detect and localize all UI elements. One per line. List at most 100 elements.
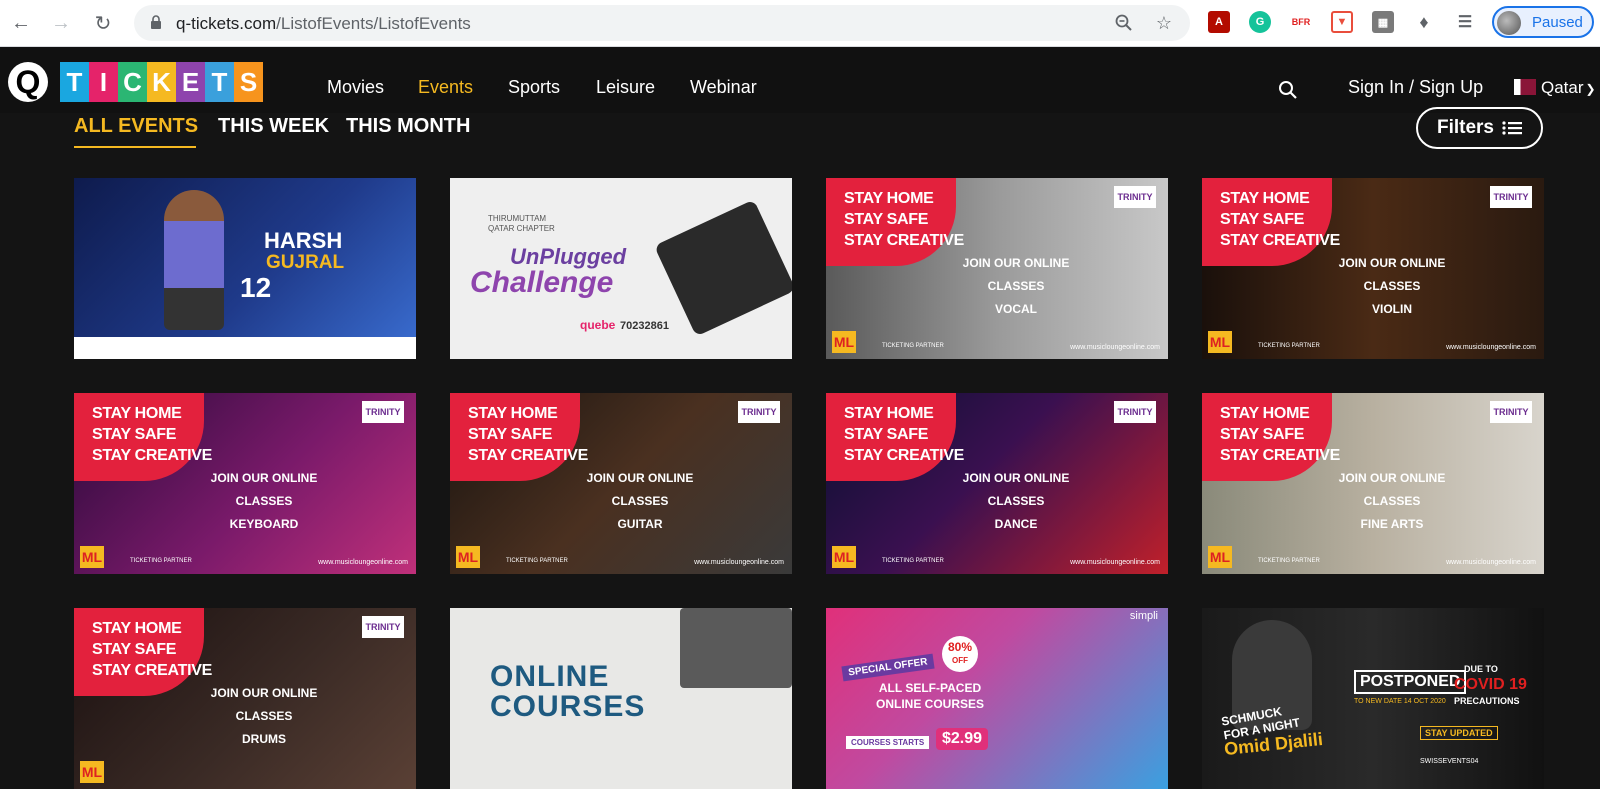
event-card-drums[interactable]: STAY HOME STAY SAFE STAY CREATIVE TRINITY …: [74, 608, 416, 789]
website-label: www.musicloungeonline.com: [694, 559, 784, 566]
offer-text: ALL SELF-PACED ONLINE COURSES: [876, 680, 984, 712]
partner-label: TICKETING PARTNER: [882, 558, 944, 564]
logo-letter: S: [234, 62, 263, 102]
back-icon[interactable]: ←: [6, 8, 36, 38]
nav-sports[interactable]: Sports: [508, 77, 560, 98]
offer-line: ALL SELF-PACED: [878, 681, 982, 695]
avatar: [1497, 11, 1521, 35]
course-start-label: COURSES STARTS: [846, 736, 930, 749]
forward-icon[interactable]: →: [46, 8, 76, 38]
brand-label: simpli: [1129, 610, 1158, 622]
org-name: THIRUMUTTAM QATAR CHAPTER: [488, 214, 555, 233]
sign-in-link[interactable]: Sign In / Sign Up: [1348, 77, 1483, 98]
promo-text: STAY HOME STAY SAFE STAY CREATIVE: [1220, 188, 1340, 251]
card-image: [74, 178, 416, 359]
contact-phone: 70232861: [620, 320, 669, 332]
promo-line: STAY CREATIVE: [844, 232, 964, 249]
website-label: www.musicloungeonline.com: [1070, 559, 1160, 566]
class-name: KEYBOARD: [229, 517, 299, 531]
ml-logo: ML: [1208, 331, 1232, 353]
puzzle-extension-icon[interactable]: ▦: [1372, 11, 1394, 33]
class-caption: JOIN OUR ONLINE CLASSES VOCAL: [946, 252, 1086, 321]
tab-this-month[interactable]: THIS MONTH: [346, 115, 470, 138]
promo-line: STAY HOME: [1220, 190, 1310, 207]
country-select[interactable]: Qatar ❯: [1541, 78, 1596, 98]
social-handle: SWISSEVENTS04: [1420, 758, 1479, 765]
nav-movies[interactable]: Movies: [327, 77, 384, 98]
ml-logo: ML: [1208, 546, 1232, 568]
ml-logo: ML: [80, 546, 104, 568]
logo-wordmark[interactable]: T I C K E T S: [60, 62, 263, 102]
promo-line: STAY HOME: [92, 620, 182, 637]
event-card-guitar[interactable]: STAY HOME STAY SAFE STAY CREATIVE TRINITY …: [450, 393, 792, 574]
class-caption: JOIN OUR ONLINE CLASSES DANCE: [946, 467, 1086, 536]
trinity-badge: TRINITY: [1490, 186, 1532, 208]
stay-updated-label: STAY UPDATED: [1420, 726, 1498, 740]
join-label: JOIN OUR ONLINE CLASSES: [210, 471, 318, 508]
promo-line: STAY CREATIVE: [468, 447, 588, 464]
event-card-unplugged-challenge[interactable]: THIRUMUTTAM QATAR CHAPTER UnPlugged Chal…: [450, 178, 792, 359]
event-card-violin[interactable]: STAY HOME STAY SAFE STAY CREATIVE TRINITY …: [1202, 178, 1544, 359]
promo-line: STAY CREATIVE: [92, 662, 212, 679]
bookmark-star-icon[interactable]: ☆: [1154, 13, 1174, 33]
event-card-omid-djalili[interactable]: SCHMUCK FOR A NIGHT Omid Djalili POSTPONE…: [1202, 608, 1544, 789]
event-card-online-courses[interactable]: ONLINE COURSES: [450, 608, 792, 789]
extensions-icon[interactable]: ♦: [1413, 11, 1435, 33]
list-icon: [1502, 121, 1523, 135]
partner-label: TICKETING PARTNER: [130, 558, 192, 564]
filters-button[interactable]: Filters: [1416, 107, 1543, 149]
class-caption: JOIN OUR ONLINE CLASSES VIOLIN: [1322, 252, 1462, 321]
tab-this-week[interactable]: THIS WEEK: [218, 115, 329, 138]
pocket-extension-icon[interactable]: ▼: [1331, 11, 1353, 33]
url-domain: q-tickets.com: [176, 14, 277, 33]
profile-status: Paused: [1532, 14, 1583, 31]
partner-label: TICKETING PARTNER: [506, 558, 568, 564]
url-text: q-tickets.com/ListofEvents/ListofEvents: [176, 14, 471, 34]
nav-webinar[interactable]: Webinar: [690, 77, 757, 98]
discount-sub: OFF: [952, 656, 968, 665]
bfr-extension-icon[interactable]: BFR: [1290, 11, 1312, 33]
website-label: www.musicloungeonline.com: [1446, 559, 1536, 566]
logo-letter: T: [60, 62, 89, 102]
event-card-dance[interactable]: STAY HOME STAY SAFE STAY CREATIVE TRINITY …: [826, 393, 1168, 574]
event-date: 12: [240, 272, 272, 303]
event-card-simplilearn[interactable]: simpli SPECIAL OFFER 80% OFF ALL SELF-PAC…: [826, 608, 1168, 789]
join-label: JOIN OUR ONLINE CLASSES: [962, 471, 1070, 508]
address-bar[interactable]: q-tickets.com/ListofEvents/ListofEvents …: [134, 5, 1190, 41]
active-tab-indicator: [74, 146, 196, 148]
trinity-badge: TRINITY: [1114, 401, 1156, 423]
qatar-flag-icon[interactable]: [1514, 79, 1536, 95]
new-date: TO NEW DATE 14 OCT 2020: [1354, 698, 1446, 705]
zoom-icon[interactable]: [1114, 13, 1134, 33]
event-card-keyboard[interactable]: STAY HOME STAY SAFE STAY CREATIVE TRINITY …: [74, 393, 416, 574]
price-badge: $2.99: [936, 728, 989, 750]
tab-all-events[interactable]: ALL EVENTS: [74, 115, 198, 138]
logo-letter: E: [176, 62, 205, 102]
promo-line: STAY HOME: [92, 405, 182, 422]
partner-label: TICKETING PARTNER: [882, 343, 944, 349]
event-card-fine-arts[interactable]: STAY HOME STAY SAFE STAY CREATIVE TRINITY …: [1202, 393, 1544, 574]
pdf-extension-icon[interactable]: A: [1208, 11, 1230, 33]
media-queue-icon[interactable]: ☰: [1454, 11, 1476, 33]
ml-logo: ML: [80, 761, 104, 783]
event-card-vocal[interactable]: STAY HOME STAY SAFE STAY CREATIVE TRINITY …: [826, 178, 1168, 359]
event-card-harsh-gujral[interactable]: HARSH GUJRAL 12: [74, 178, 416, 359]
trinity-badge: TRINITY: [1114, 186, 1156, 208]
logo-letter: C: [118, 62, 147, 102]
promo-line: STAY CREATIVE: [844, 447, 964, 464]
nav-leisure[interactable]: Leisure: [596, 77, 655, 98]
precautions-label: PRECAUTIONS: [1454, 696, 1520, 706]
offer-line: ONLINE COURSES: [876, 697, 985, 711]
promo-line: STAY HOME: [468, 405, 558, 422]
search-icon[interactable]: [1278, 80, 1298, 100]
reload-icon[interactable]: ↻: [88, 8, 118, 38]
promo-line: STAY SAFE: [468, 426, 553, 443]
promo-line: STAY SAFE: [1220, 426, 1305, 443]
grammarly-extension-icon[interactable]: G: [1249, 11, 1271, 33]
profile-button[interactable]: Paused: [1492, 6, 1594, 38]
trinity-badge: TRINITY: [1490, 401, 1532, 423]
nav-events[interactable]: Events: [418, 77, 473, 98]
logo-q[interactable]: Q: [8, 62, 48, 102]
promo-text: STAY HOME STAY SAFE STAY CREATIVE: [92, 618, 212, 681]
promo-line: STAY HOME: [844, 405, 934, 422]
